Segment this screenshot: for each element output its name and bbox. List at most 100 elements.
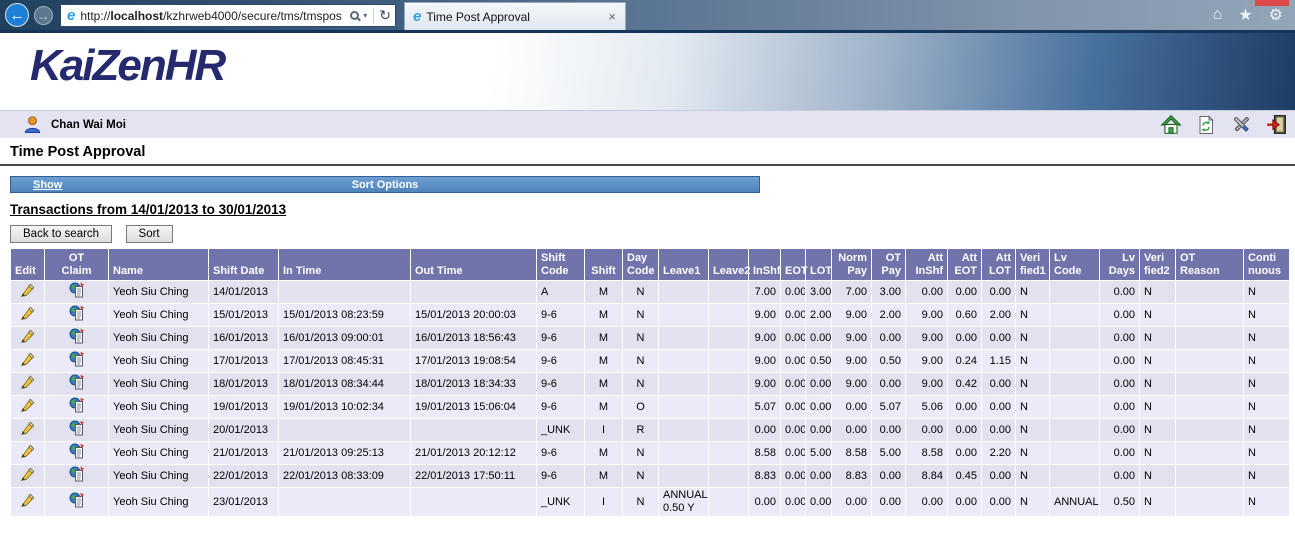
cell-verified1: N — [1016, 327, 1050, 350]
cell-lv-code — [1050, 396, 1100, 419]
cell-ot-reason — [1176, 281, 1244, 304]
col-header-lv-days: Lv Days — [1100, 249, 1140, 281]
edit-button[interactable] — [11, 488, 45, 517]
home-icon[interactable]: ⌂ — [1213, 6, 1223, 24]
col-header-att-lot: Att LOT — [982, 249, 1016, 281]
ot-claim-button[interactable] — [45, 350, 109, 373]
kaizenhr-logo: KaiZenHR — [30, 41, 224, 91]
ot-claim-button[interactable] — [45, 281, 109, 304]
col-header-verified1: Veri fied1 — [1016, 249, 1050, 281]
cell-att-inshf: 9.00 — [906, 373, 948, 396]
cell-name: Yeoh Siu Ching — [109, 396, 209, 419]
user-avatar-icon — [21, 114, 43, 136]
ot-claim-button[interactable] — [45, 488, 109, 517]
cell-shift-date: 21/01/2013 — [209, 442, 279, 465]
ot-claim-button[interactable] — [45, 442, 109, 465]
edit-button[interactable] — [11, 465, 45, 488]
cell-eot: 0.00 — [781, 465, 806, 488]
refresh-icon[interactable]: ↻ — [379, 7, 391, 24]
sort-button[interactable]: Sort — [126, 225, 173, 243]
cell-lot: 0.00 — [806, 327, 832, 350]
edit-button[interactable] — [11, 373, 45, 396]
cell-verified1: N — [1016, 442, 1050, 465]
cell-shift-code: 9-6 — [537, 465, 585, 488]
cell-eot: 0.00 — [781, 281, 806, 304]
chevron-down-icon[interactable]: ▾ — [363, 11, 367, 20]
search-icon[interactable] — [350, 11, 359, 20]
cell-ot-pay: 3.00 — [872, 281, 906, 304]
cell-att-eot: 0.00 — [948, 488, 982, 517]
ot-claim-button[interactable] — [45, 396, 109, 419]
table-row: Yeoh Siu Ching19/01/201319/01/2013 10:02… — [11, 396, 1290, 419]
ot-claim-button[interactable] — [45, 327, 109, 350]
cell-att-lot: 0.00 — [982, 465, 1016, 488]
cell-shift: M — [585, 304, 623, 327]
address-url[interactable]: http://localhost/kzhrweb4000/secure/tms/… — [80, 9, 346, 23]
cell-leave2 — [709, 396, 749, 419]
cell-shift-date: 17/01/2013 — [209, 350, 279, 373]
edit-button[interactable] — [11, 396, 45, 419]
cell-verified1: N — [1016, 396, 1050, 419]
cell-day-code: N — [623, 442, 659, 465]
browser-chrome: ← → e http://localhost/kzhrweb4000/secur… — [0, 0, 1295, 30]
cell-verified2: N — [1140, 304, 1176, 327]
ot-claim-button[interactable] — [45, 419, 109, 442]
ot-claim-button[interactable] — [45, 304, 109, 327]
cell-inshf: 8.83 — [749, 465, 781, 488]
window-close-button[interactable] — [1255, 0, 1289, 6]
edit-button[interactable] — [11, 419, 45, 442]
tab-close-icon[interactable]: × — [605, 9, 619, 24]
col-header-shift-date: Shift Date — [209, 249, 279, 281]
cell-verified2: N — [1140, 488, 1176, 517]
edit-button[interactable] — [11, 327, 45, 350]
cell-in-time: 16/01/2013 09:00:01 — [279, 327, 411, 350]
cell-in-time: 22/01/2013 08:33:09 — [279, 465, 411, 488]
cell-eot: 0.00 — [781, 304, 806, 327]
cell-shift-code: 9-6 — [537, 350, 585, 373]
transactions-body: Yeoh Siu Ching14/01/2013AMN7.000.003.007… — [11, 281, 1290, 517]
cell-continuous: N — [1244, 488, 1290, 517]
tab-title: Time Post Approval — [426, 10, 605, 24]
back-to-search-button[interactable]: Back to search — [10, 225, 112, 243]
table-row: Yeoh Siu Ching20/01/2013_UNKIR0.000.000.… — [11, 419, 1290, 442]
cell-eot: 0.00 — [781, 350, 806, 373]
col-header-verified2: Veri fied2 — [1140, 249, 1176, 281]
home-page-icon[interactable] — [1160, 114, 1182, 136]
favorites-star-icon[interactable]: ★ — [1238, 5, 1252, 25]
cell-inshf: 0.00 — [749, 419, 781, 442]
edit-button[interactable] — [11, 350, 45, 373]
cell-att-lot: 0.00 — [982, 373, 1016, 396]
cell-leave2 — [709, 419, 749, 442]
browser-back-button[interactable]: ← — [5, 3, 29, 27]
cell-att-inshf: 0.00 — [906, 488, 948, 517]
cell-lot: 0.50 — [806, 350, 832, 373]
edit-button[interactable] — [11, 442, 45, 465]
cell-lv-days: 0.00 — [1100, 373, 1140, 396]
refresh-page-icon[interactable] — [1195, 114, 1217, 136]
tools-icon[interactable] — [1230, 114, 1252, 136]
cell-name: Yeoh Siu Ching — [109, 442, 209, 465]
ie-logo-icon: e — [67, 7, 75, 24]
cell-lv-code: ANNUAL — [1050, 488, 1100, 517]
ot-claim-button[interactable] — [45, 373, 109, 396]
cell-ot-pay: 0.00 — [872, 488, 906, 517]
cell-leave1 — [659, 350, 709, 373]
cell-shift-date: 18/01/2013 — [209, 373, 279, 396]
ot-claim-button[interactable] — [45, 465, 109, 488]
table-row: Yeoh Siu Ching22/01/201322/01/2013 08:33… — [11, 465, 1290, 488]
logout-exit-icon[interactable] — [1265, 114, 1287, 136]
edit-button[interactable] — [11, 281, 45, 304]
cell-att-eot: 0.42 — [948, 373, 982, 396]
gear-icon[interactable]: ⚙ — [1269, 5, 1283, 25]
address-bar[interactable]: e http://localhost/kzhrweb4000/secure/tm… — [60, 4, 396, 27]
browser-forward-button[interactable]: → — [34, 6, 53, 25]
browser-tab[interactable]: e Time Post Approval × — [404, 2, 626, 30]
cell-shift: M — [585, 396, 623, 419]
cell-lot: 5.00 — [806, 442, 832, 465]
edit-button[interactable] — [11, 304, 45, 327]
cell-att-inshf: 9.00 — [906, 350, 948, 373]
cell-shift: M — [585, 327, 623, 350]
ot-claim-doc-icon — [69, 397, 85, 413]
edit-pencil-icon — [20, 444, 35, 459]
cell-ot-reason — [1176, 373, 1244, 396]
